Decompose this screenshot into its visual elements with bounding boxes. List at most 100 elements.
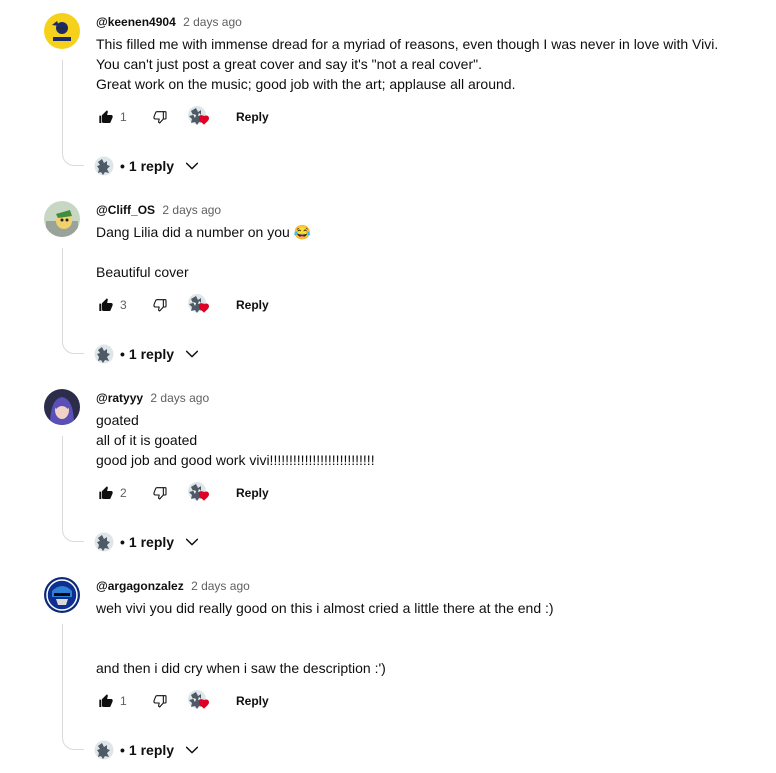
heart-icon — [199, 699, 209, 709]
author-name[interactable]: @argagonzalez — [96, 579, 184, 593]
thumbs-up-icon — [99, 298, 113, 311]
comment-actions: 3 Reply — [96, 293, 269, 317]
view-replies-button[interactable]: • 1 reply — [94, 342, 200, 366]
separator-dot: • — [120, 158, 125, 174]
replies-count: 1 reply — [128, 534, 175, 550]
reply-button[interactable]: Reply — [236, 110, 269, 124]
comment-line: You can't just post a great cover and sa… — [96, 56, 482, 72]
cartoon-avatar-icon — [44, 201, 80, 237]
comment-line: This filled me with immense dread for a … — [96, 36, 719, 52]
comment-header: @keenen4904 2 days ago — [96, 14, 242, 30]
dislike-button[interactable] — [150, 689, 170, 713]
reply-button[interactable]: Reply — [236, 694, 269, 708]
creator-heart-badge — [186, 105, 212, 129]
comment-thread-1: @keenen4904 2 days ago This filled me wi… — [0, 0, 776, 188]
chevron-down-icon — [185, 746, 199, 754]
view-replies-button[interactable]: • 1 reply — [94, 738, 200, 762]
thumbs-up-icon — [99, 486, 113, 499]
thread-connector — [62, 248, 84, 354]
comment-line: weh vivi you did really good on this i a… — [96, 600, 554, 616]
creator-heart-badge — [186, 481, 212, 505]
comment-header: @argagonzalez 2 days ago — [96, 578, 250, 594]
creator-avatar-icon — [94, 344, 114, 364]
comment-line: goated — [96, 412, 139, 428]
comment-thread-2: @Cliff_OS 2 days ago Dang Lilia did a nu… — [0, 188, 776, 376]
chevron-down-icon — [185, 538, 199, 546]
avatar[interactable] — [44, 13, 80, 49]
dislike-button[interactable] — [150, 105, 170, 129]
anime-avatar-icon — [44, 389, 80, 425]
thread-connector — [62, 60, 84, 166]
comment-time[interactable]: 2 days ago — [162, 203, 221, 217]
like-count: 3 — [120, 298, 127, 312]
heart-icon — [199, 491, 209, 501]
chevron-down-icon — [185, 350, 199, 358]
author-name[interactable]: @Cliff_OS — [96, 203, 155, 217]
comment-thread-3: @ratyyy 2 days ago goated all of it is go… — [0, 376, 776, 564]
chevron-down-icon — [185, 162, 199, 170]
comment-text: This filled me with immense dread for a … — [96, 34, 718, 94]
thumbs-down-icon — [153, 487, 167, 500]
comment-line: Beautiful cover — [96, 264, 189, 280]
replies-count: 1 reply — [128, 742, 175, 758]
reply-button[interactable]: Reply — [236, 298, 269, 312]
thread-connector — [62, 436, 84, 542]
creator-avatar-icon — [94, 156, 114, 176]
yellow-avatar-icon — [44, 13, 80, 49]
dislike-button[interactable] — [150, 481, 170, 505]
comment-actions: 1 Reply — [96, 105, 269, 129]
helmet-avatar-icon — [44, 577, 80, 613]
creator-heart-badge — [186, 689, 212, 713]
thumbs-down-icon — [153, 299, 167, 312]
comment-time[interactable]: 2 days ago — [183, 15, 242, 29]
thumbs-down-icon — [153, 111, 167, 124]
comment-text: goated all of it is goated good job and go… — [96, 410, 375, 470]
like-count: 1 — [120, 694, 127, 708]
comment-text: weh vivi you did really good on this i a… — [96, 598, 554, 678]
comment-line — [96, 618, 554, 638]
comment-header: @ratyyy 2 days ago — [96, 390, 209, 406]
comment-actions: 2 Reply — [96, 481, 269, 505]
view-replies-button[interactable]: • 1 reply — [94, 154, 200, 178]
author-name[interactable]: @ratyyy — [96, 391, 143, 405]
comment-line: all of it is goated — [96, 432, 198, 448]
avatar[interactable] — [44, 577, 80, 613]
replies-count: 1 reply — [128, 158, 175, 174]
comment-time[interactable]: 2 days ago — [150, 391, 209, 405]
comment-header: @Cliff_OS 2 days ago — [96, 202, 221, 218]
view-replies-button[interactable]: • 1 reply — [94, 530, 200, 554]
like-button[interactable] — [96, 689, 116, 713]
replies-count: 1 reply — [128, 346, 175, 362]
thumbs-up-icon — [99, 694, 113, 707]
comment-line: Dang Lilia did a number on you 😂 — [96, 224, 312, 240]
like-button[interactable] — [96, 481, 116, 505]
reply-button[interactable]: Reply — [236, 486, 269, 500]
heart-icon — [199, 115, 209, 125]
like-count: 2 — [120, 486, 127, 500]
comment-line — [96, 242, 311, 262]
comment-line: and then i did cry when i saw the descri… — [96, 660, 386, 676]
author-name[interactable]: @keenen4904 — [96, 15, 176, 29]
thread-connector — [62, 624, 84, 750]
separator-dot: • — [120, 742, 125, 758]
comment-line: Great work on the music; good job with t… — [96, 76, 516, 92]
separator-dot: • — [120, 346, 125, 362]
comment-actions: 1 Reply — [96, 689, 269, 713]
heart-icon — [199, 303, 209, 313]
thumbs-up-icon — [99, 110, 113, 123]
creator-avatar-icon — [94, 532, 114, 552]
avatar[interactable] — [44, 201, 80, 237]
comment-time[interactable]: 2 days ago — [191, 579, 250, 593]
creator-avatar-icon — [94, 740, 114, 760]
comment-line — [96, 638, 554, 658]
separator-dot: • — [120, 534, 125, 550]
like-button[interactable] — [96, 293, 116, 317]
comment-text: Dang Lilia did a number on you 😂 Beautifu… — [96, 222, 311, 282]
avatar[interactable] — [44, 389, 80, 425]
like-count: 1 — [120, 110, 127, 124]
creator-heart-badge — [186, 293, 212, 317]
like-button[interactable] — [96, 105, 116, 129]
comment-thread-4: @argagonzalez 2 days ago weh vivi you di… — [0, 564, 776, 760]
dislike-button[interactable] — [150, 293, 170, 317]
thumbs-down-icon — [153, 695, 167, 708]
